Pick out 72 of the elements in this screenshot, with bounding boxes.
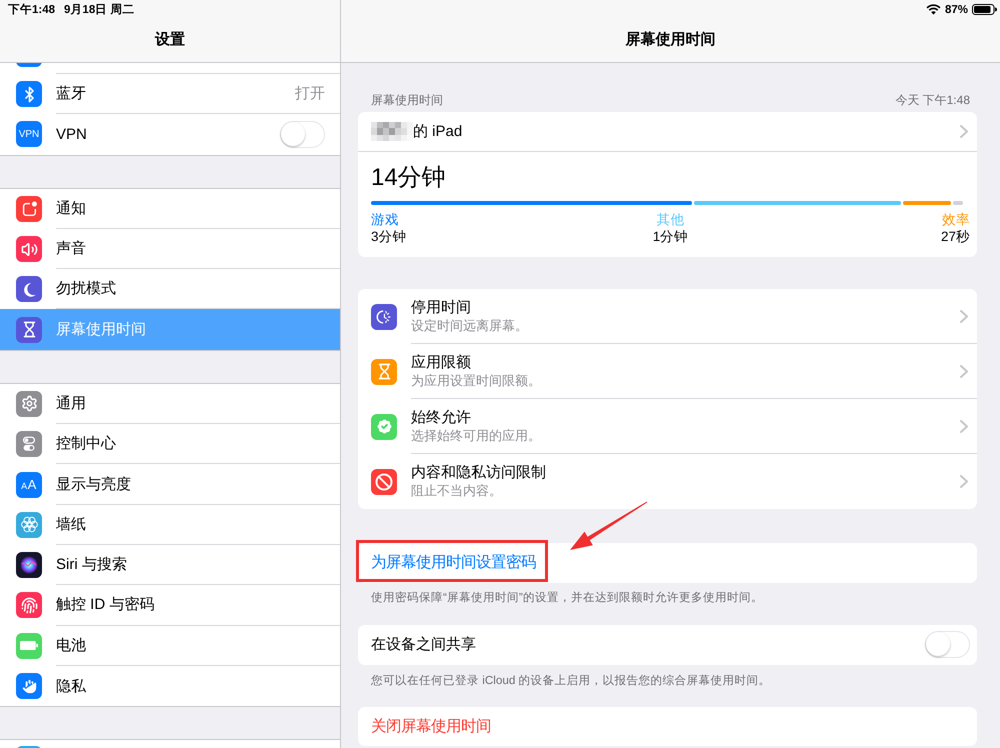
hand-icon bbox=[16, 673, 42, 699]
moon-clock-icon bbox=[371, 304, 397, 330]
total-time: 14分钟 bbox=[371, 164, 446, 192]
hourglass-icon bbox=[371, 358, 397, 384]
check-badge-icon bbox=[371, 414, 397, 440]
row-label: 在设备之间共享 bbox=[371, 635, 476, 654]
footer-note: 您可以在任何已登录 iCloud 的设备上启用，以报告您的综合屏幕使用时间。 bbox=[371, 674, 771, 688]
sidebar-item[interactable]: 隐私 bbox=[0, 666, 340, 706]
detail-value: 打开 bbox=[295, 84, 325, 104]
sidebar-item[interactable]: 声音 bbox=[0, 228, 340, 270]
sidebar-item[interactable]: 触控 ID 与密码 bbox=[0, 585, 340, 626]
device-row[interactable]: 的 iPad bbox=[358, 112, 977, 152]
speaker-icon bbox=[16, 236, 42, 262]
sidebar-item[interactable]: 蓝牙 打开 bbox=[0, 74, 340, 114]
battery-icon bbox=[972, 4, 997, 15]
toggles-icon bbox=[16, 431, 42, 458]
orb-icon bbox=[16, 552, 42, 578]
prohibited-icon bbox=[371, 468, 397, 494]
notification-icon bbox=[16, 196, 42, 222]
navigation-title: 屏幕使用时间 bbox=[626, 30, 716, 50]
category-name: 效率 bbox=[942, 212, 970, 228]
row-subtitle: 选择始终可用的应用。 bbox=[411, 428, 541, 444]
sidebar-item[interactable]: 控制中心 bbox=[0, 424, 340, 464]
category-time: 27秒 bbox=[940, 228, 970, 245]
toggle-switch[interactable] bbox=[280, 120, 325, 148]
category-time: 3分钟 bbox=[371, 228, 407, 245]
sidebar-item[interactable]: AA 显示与亮度 bbox=[0, 464, 340, 505]
sidebar-item[interactable]: 勿扰模式 bbox=[0, 269, 340, 310]
vpn-icon: VPN bbox=[16, 121, 42, 148]
sidebar-item[interactable]: Siri 与搜索 bbox=[0, 544, 340, 586]
fingerprint-icon bbox=[16, 592, 42, 618]
category-time: 1分钟 bbox=[652, 228, 688, 245]
hourglass-icon bbox=[16, 316, 42, 343]
chevron-icon bbox=[960, 364, 968, 378]
chevron-icon bbox=[960, 310, 968, 322]
row-subtitle: 设定时间远离屏幕。 bbox=[411, 318, 528, 334]
navigation-title: 设置 bbox=[155, 30, 185, 50]
row-subtitle: 阻止不当内容。 bbox=[411, 483, 502, 499]
feature-row[interactable]: 停用时间 设定时间远离屏幕。 bbox=[358, 289, 977, 344]
battery-icon bbox=[16, 632, 42, 659]
status-time: 下午1:48 bbox=[8, 2, 56, 17]
feature-row[interactable]: 始终允许 选择始终可用的应用。 bbox=[358, 399, 977, 454]
chevron-icon bbox=[960, 475, 968, 488]
updated-time: 今天 下午1:48 bbox=[895, 93, 970, 107]
wifi-icon bbox=[926, 4, 941, 15]
sidebar-item[interactable]: 通知 bbox=[0, 188, 340, 229]
text-size-icon: AA bbox=[16, 472, 42, 498]
status-date: 9月18日 周二 bbox=[64, 2, 134, 17]
gear-icon bbox=[16, 390, 42, 417]
sidebar-item[interactable]: 墙纸 bbox=[0, 504, 340, 545]
chevron-icon bbox=[960, 420, 968, 432]
turn-off-button[interactable]: 关闭屏幕使用时间 bbox=[358, 706, 977, 746]
pixelated-block bbox=[371, 122, 413, 142]
sidebar-item[interactable]: 电池 bbox=[0, 626, 340, 666]
row-subtitle: 为应用设置时间限额。 bbox=[411, 372, 541, 388]
remaining-segment bbox=[953, 201, 964, 205]
bluetooth-icon bbox=[16, 81, 42, 108]
flower-icon bbox=[16, 512, 42, 538]
sidebar-item[interactable]: VPN VPN bbox=[0, 114, 340, 155]
set-passcode-button[interactable]: 为屏幕使用时间设置密码 bbox=[358, 543, 977, 582]
footer-note: 使用密码保障“屏幕使用时间”的设置，并在达到限额时允许更多使用时间。 bbox=[371, 590, 763, 604]
sidebar-item[interactable]: 通用 bbox=[0, 384, 340, 424]
category-name: 其他 bbox=[656, 212, 684, 228]
section-header: 屏幕使用时间 bbox=[371, 93, 443, 107]
feature-row[interactable]: 内容和隐私访问限制 阻止不当内容。 bbox=[358, 454, 977, 509]
toggle-switch[interactable] bbox=[925, 631, 970, 658]
sidebar-item[interactable] bbox=[0, 63, 340, 74]
chevron-icon bbox=[960, 125, 968, 138]
battery-percentage: 87% bbox=[944, 4, 968, 16]
feature-row[interactable]: 应用限额 为应用设置时间限额。 bbox=[358, 344, 977, 399]
moon-icon bbox=[16, 276, 42, 302]
category-name: 游戏 bbox=[371, 212, 399, 228]
